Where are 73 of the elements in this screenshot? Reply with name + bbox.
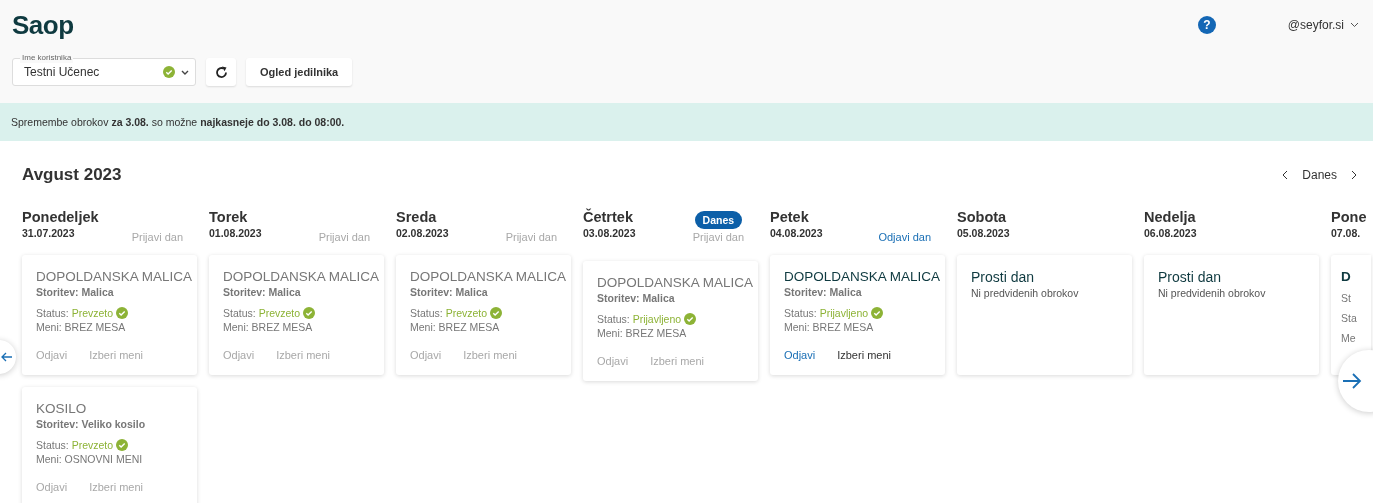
arrow-right-icon — [1342, 373, 1362, 389]
status-value: Prijavljeno — [819, 307, 869, 319]
notice-text: Spremembe obrokov za 3.08. so možne najkasneje do 3.08. do 08:00. — [11, 116, 345, 128]
card-text: St — [1341, 292, 1352, 304]
status-label: Status: — [784, 307, 817, 319]
status-label: Status: — [223, 307, 256, 319]
status-label: Status: — [597, 313, 630, 325]
day-date: 04.08.2023 — [770, 227, 823, 239]
help-icon[interactable]: ? — [1197, 16, 1216, 34]
service-text: Storitev: Veliko kosilo — [36, 418, 147, 430]
meal-title: DOPOLDANSKA MALICA — [410, 269, 568, 284]
day-name: Torek — [209, 209, 249, 225]
status-value: Prijavljeno — [632, 313, 682, 325]
day-off-title: Prosti dan — [971, 269, 1036, 285]
menu-text: Meni: OSNOVNI MENI — [36, 453, 144, 465]
month-title: Avgust 2023 — [22, 165, 122, 185]
refresh-icon — [214, 65, 228, 79]
status-label: Status: — [36, 439, 69, 451]
service-text: Storitev: Malica — [36, 286, 115, 298]
meal-title: DOPOLDANSKA MALICA — [597, 275, 755, 290]
day-date: 07.08. — [1331, 227, 1362, 239]
no-meals-text: Ni predvidenih obrokov — [1158, 287, 1267, 299]
menu-text: Meni: BREZ MESA — [223, 321, 314, 333]
view-menu-button[interactable]: Ogled jedilnika — [246, 58, 353, 86]
menu-text: Meni: BREZ MESA — [410, 321, 501, 333]
meal-title: DOPOLDANSKA MALICA — [223, 269, 381, 284]
card-text: Me — [1341, 332, 1357, 344]
menu-text: Meni: BREZ MESA — [36, 321, 127, 333]
day-name: Nedelja — [1144, 209, 1197, 225]
service-text: Storitev: Malica — [784, 286, 863, 298]
arrow-left-icon — [1, 352, 13, 362]
meal-title: DOPOLDANSKA MALICA — [784, 269, 942, 284]
chevron-left-icon[interactable] — [1282, 170, 1289, 180]
menu-text: Meni: BREZ MESA — [597, 327, 688, 339]
chevron-down-icon[interactable] — [1350, 22, 1359, 28]
day-name: Ponedeljek — [22, 209, 99, 225]
day-date: 06.08.2023 — [1144, 227, 1197, 239]
day-off-title: Prosti dan — [1158, 269, 1223, 285]
logo[interactable]: Saop — [12, 9, 74, 41]
user-email[interactable]: @seyfor.si — [1287, 18, 1344, 32]
status-value: Prevzeto — [258, 307, 301, 319]
meal-title: KOSILO — [36, 401, 88, 416]
card-text: D — [1341, 269, 1352, 284]
day-action-link[interactable]: Odjavi dan — [878, 231, 931, 243]
cancel-link[interactable]: Odjavi — [784, 349, 816, 361]
day-name: Sreda — [396, 209, 438, 225]
no-meals-text: Ni predvidenih obrokov — [971, 287, 1080, 299]
service-text: Storitev: Malica — [223, 286, 302, 298]
chevron-down-icon — [181, 69, 189, 75]
day-name: Pone — [1331, 209, 1367, 225]
menu-text: Meni: BREZ MESA — [784, 321, 875, 333]
service-text: Storitev: Malica — [410, 286, 489, 298]
meal-title: DOPOLDANSKA MALICA — [36, 269, 194, 284]
day-date: 03.08.2023 — [583, 227, 636, 239]
day-date: 31.07.2023 — [22, 227, 76, 239]
day-date: 01.08.2023 — [209, 227, 262, 239]
today-badge: Danes — [694, 211, 743, 229]
status-value: Prevzeto — [71, 307, 114, 319]
choose-menu-link[interactable]: Izberi meni — [837, 349, 891, 361]
day-name: Četrtek — [583, 209, 634, 225]
day-date: 05.08.2023 — [957, 227, 1010, 239]
day-date: 02.08.2023 — [396, 227, 449, 239]
status-value: Prevzeto — [71, 439, 114, 451]
chevron-right-icon[interactable] — [1351, 170, 1357, 180]
status-label: Status: — [36, 307, 69, 319]
today-button[interactable]: Danes — [1302, 168, 1337, 182]
day-name: Sobota — [957, 209, 1008, 225]
card-text: Sta — [1341, 312, 1358, 324]
day-name: Petek — [770, 209, 810, 225]
status-value: Prevzeto — [445, 307, 488, 319]
service-text: Storitev: Malica — [597, 292, 676, 304]
refresh-button[interactable] — [206, 58, 236, 86]
status-label: Status: — [410, 307, 443, 319]
